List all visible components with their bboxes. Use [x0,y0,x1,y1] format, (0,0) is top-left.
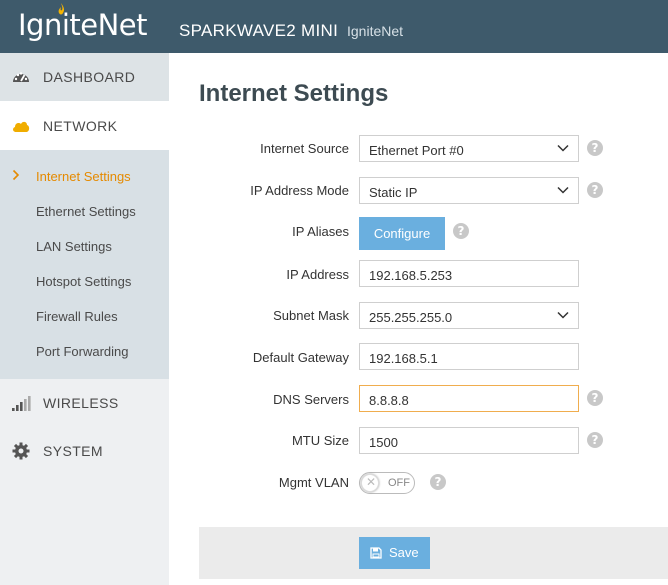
ip-address-value: 192.168.5.253 [369,268,453,283]
ip-mode-value: Static IP [369,185,418,200]
brand-name: IgniteNet [347,23,404,39]
mtu-size-value: 1500 [369,435,398,450]
signal-bars-icon [12,396,31,411]
chevron-right-icon [12,169,20,181]
sidebar-subitem-hotspot-settings[interactable]: Hotspot Settings [36,274,131,289]
default-gateway-label: Default Gateway [252,350,349,365]
ip-mode-select[interactable]: Static IP [359,177,579,204]
save-button[interactable]: Save [359,537,430,569]
sidebar-subitem-internet-settings[interactable]: Internet Settings [36,169,131,184]
help-icon[interactable]: ? [587,390,603,406]
mgmt-vlan-label: Mgmt VLAN [278,475,349,490]
help-icon[interactable]: ? [453,223,469,239]
close-icon: ✕ [366,475,377,489]
chevron-down-icon [557,144,569,152]
configure-button[interactable]: Configure [359,217,445,250]
ip-address-input[interactable]: 192.168.5.253 [359,260,579,287]
sidebar: DASHBOARD NETWORK Internet Settings Ethe… [0,53,169,585]
internet-source-label: Internet Source [260,141,349,156]
form-footer: Save [199,527,668,579]
ip-address-label: IP Address [286,267,349,282]
floppy-disk-icon [370,547,382,559]
sidebar-subitem-firewall-rules[interactable]: Firewall Rules [36,309,118,324]
sidebar-subitem-port-forwarding[interactable]: Port Forwarding [36,344,128,359]
subnet-mask-label: Subnet Mask [273,308,349,323]
subnet-mask-select[interactable]: 255.255.255.0 [359,302,579,329]
sidebar-item-wireless[interactable]: WIRELESS [0,379,169,427]
sidebar-label-dashboard: DASHBOARD [43,69,136,85]
ignitenet-logo: IgniteNet [18,8,148,42]
ip-mode-label: IP Address Mode [250,183,349,198]
mtu-size-input[interactable]: 1500 [359,427,579,454]
main-content: Internet Settings Internet Source Ethern… [169,53,668,585]
gear-icon [12,442,30,460]
default-gateway-input[interactable]: 192.168.5.1 [359,343,579,370]
toggle-state-label: OFF [388,477,410,489]
device-name: SPARKWAVE2 MINI [179,21,339,40]
sidebar-subitem-lan-settings[interactable]: LAN Settings [36,239,112,254]
save-button-label: Save [389,545,419,560]
chevron-down-icon [557,311,569,319]
internet-source-value: Ethernet Port #0 [369,143,464,158]
dns-servers-input[interactable]: 8.8.8.8 [359,385,579,412]
sidebar-item-system[interactable]: SYSTEM [0,427,169,475]
default-gateway-value: 192.168.5.1 [369,351,438,366]
mtu-size-label: MTU Size [291,433,349,448]
top-header: IgniteNet SPARKWAVE2 MINI IgniteNet [0,0,668,53]
network-submenu: Internet Settings Ethernet Settings LAN … [0,150,169,379]
ip-aliases-label: IP Aliases [292,224,349,239]
help-icon[interactable]: ? [587,182,603,198]
dns-servers-value: 8.8.8.8 [369,393,409,408]
mgmt-vlan-toggle[interactable]: ✕ OFF [359,472,415,494]
internet-source-select[interactable]: Ethernet Port #0 [359,135,579,162]
subnet-mask-value: 255.255.255.0 [369,310,453,325]
sidebar-label-network: NETWORK [43,118,118,134]
page-title: Internet Settings [199,80,389,107]
help-icon[interactable]: ? [430,474,446,490]
help-icon[interactable]: ? [587,140,603,156]
sidebar-item-network[interactable]: NETWORK [0,101,169,150]
sidebar-label-system: SYSTEM [43,443,103,459]
chevron-down-icon [557,186,569,194]
sidebar-item-dashboard[interactable]: DASHBOARD [0,53,169,101]
dashboard-gauge-icon [13,72,29,82]
help-icon[interactable]: ? [587,432,603,448]
cloud-icon [13,121,30,132]
flame-icon [58,3,65,15]
sidebar-label-wireless: WIRELESS [43,395,119,411]
sidebar-subitem-ethernet-settings[interactable]: Ethernet Settings [36,204,136,219]
dns-servers-label: DNS Servers [273,392,349,407]
